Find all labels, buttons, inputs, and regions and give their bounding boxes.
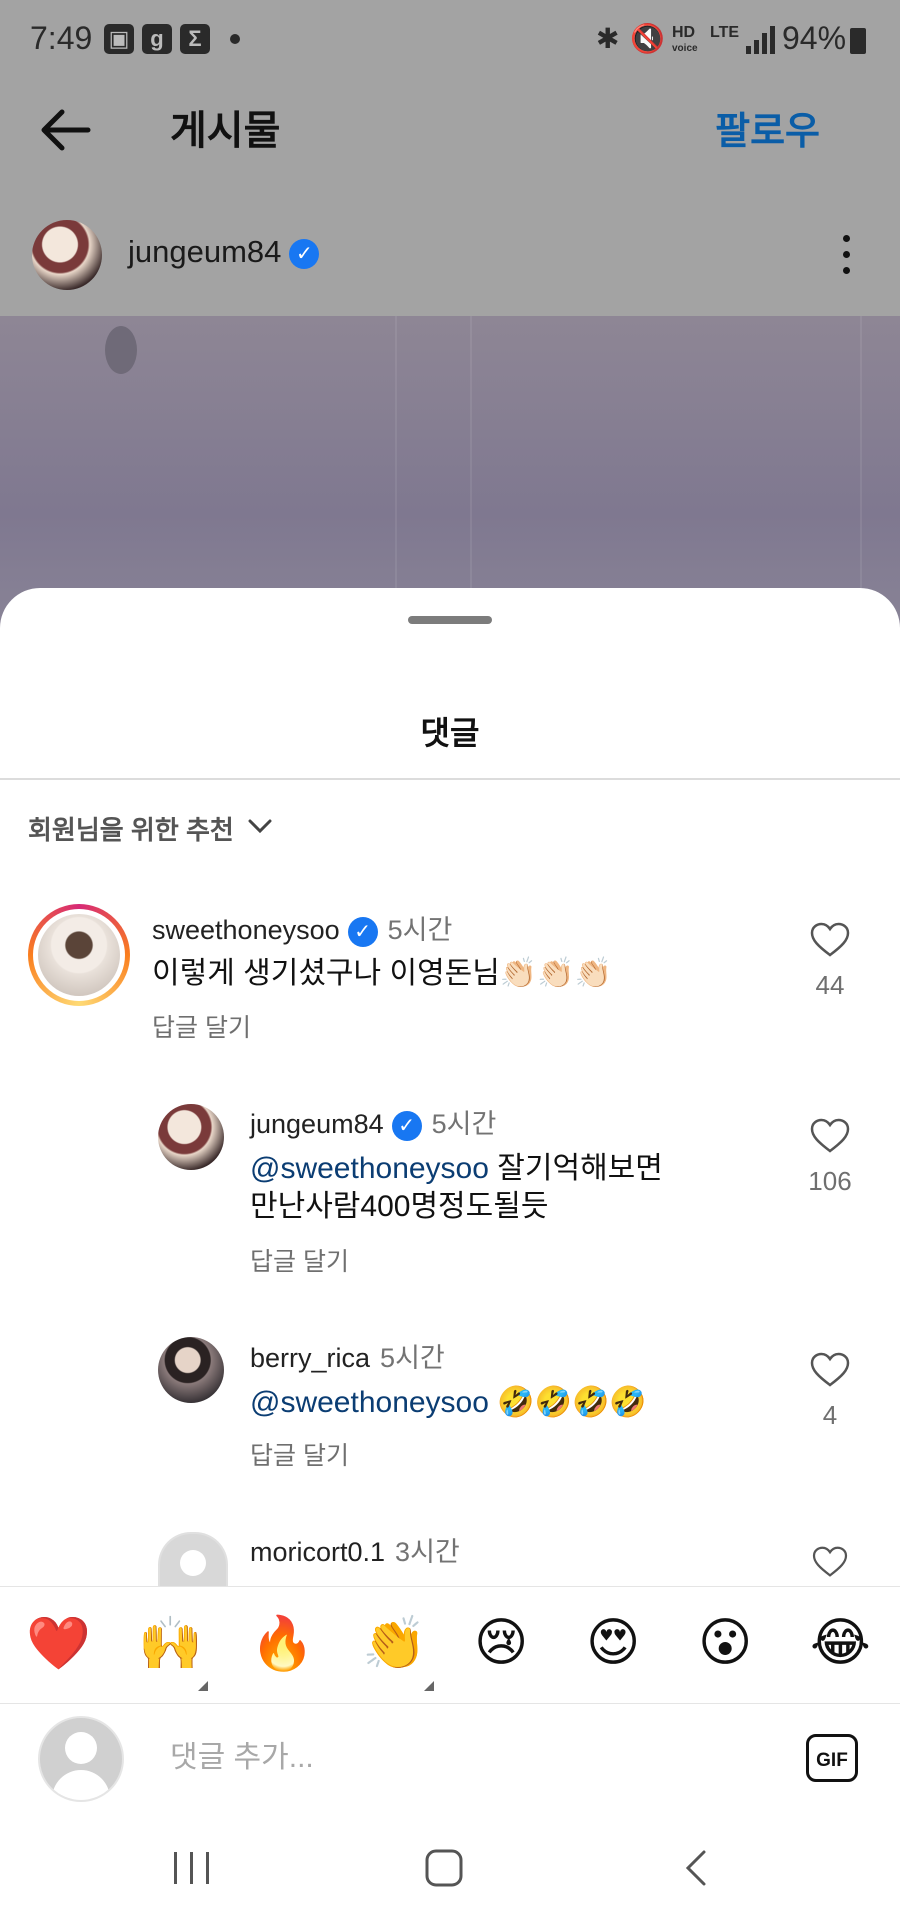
laughing-emoji-button[interactable]: 😂 xyxy=(810,1613,871,1673)
commenter-avatar[interactable] xyxy=(38,914,120,996)
comment-text: 이렇게 생기셨구나 이영돈님👏🏻👏🏻👏🏻 xyxy=(152,957,612,990)
heart-emoji-button[interactable]: ❤️ xyxy=(26,1613,91,1674)
comment-time: 3시간 xyxy=(395,1537,460,1567)
surprised-emoji-button[interactable]: 😮 xyxy=(698,1613,752,1673)
comment-username[interactable]: jungeum84 xyxy=(250,1109,384,1139)
system-navigation-bar xyxy=(0,1820,900,1930)
comment-header: moricort0.1 3시간 xyxy=(250,1530,460,1569)
skin-tone-indicator-icon xyxy=(198,1681,208,1691)
recent-apps-icon[interactable] xyxy=(170,1848,214,1888)
mention-link[interactable]: @sweethoneysoo xyxy=(250,1152,489,1185)
battery-percent: 94% xyxy=(782,20,847,56)
verified-badge-icon: ✓ xyxy=(289,238,320,269)
comment-header: sweethoneysoo ✓ 5시간 xyxy=(152,908,452,947)
comment-input[interactable] xyxy=(168,1734,732,1782)
mute-icon: 🔇 xyxy=(630,23,665,54)
heart-icon[interactable] xyxy=(810,1118,850,1154)
mention-link[interactable]: @sweethoneysoo xyxy=(250,1386,489,1419)
divider xyxy=(0,778,900,780)
comment-username[interactable]: sweethoneysoo xyxy=(152,915,340,945)
chevron-down-icon[interactable] xyxy=(246,812,274,840)
dot-icon xyxy=(230,34,240,44)
follow-button[interactable]: 팔로우 xyxy=(715,100,820,155)
heart-icon[interactable] xyxy=(810,1352,850,1388)
hd-voice-icon: HD voice xyxy=(672,24,698,55)
reply-button[interactable]: 답글 달기 xyxy=(250,1242,349,1278)
emoji-reaction-bar: ❤️ 🙌 🔥 👏 😢 😍 😮 😂 xyxy=(0,1586,900,1704)
sheet-drag-handle[interactable] xyxy=(408,616,492,624)
post-author-avatar[interactable] xyxy=(32,220,102,290)
like-count: 106 xyxy=(808,1166,852,1196)
like-count: 4 xyxy=(822,1400,838,1430)
comment-input-row: GIF xyxy=(0,1704,900,1814)
comment-text-line: 잘기억해보면 xyxy=(488,1152,663,1185)
comment-text: @sweethoneysoo 잘기억해보면 만난사람400명정도될듯 xyxy=(250,1150,663,1226)
clapping-emoji-button[interactable]: 👏 xyxy=(362,1613,427,1674)
back-arrow-icon[interactable] xyxy=(36,100,96,160)
my-avatar xyxy=(38,1716,124,1802)
heart-eyes-emoji-button[interactable]: 😍 xyxy=(586,1613,640,1673)
commenter-avatar[interactable] xyxy=(158,1337,224,1403)
more-options-icon[interactable] xyxy=(840,232,852,282)
comment-text-line: 만난사람400명정도될듯 xyxy=(250,1190,549,1223)
comment-username[interactable]: moricort0.1 xyxy=(250,1537,385,1567)
comment-text-line: 🤣🤣🤣🤣 xyxy=(488,1386,647,1419)
fire-emoji-button[interactable]: 🔥 xyxy=(250,1613,315,1674)
comment-header: berry_rica 5시간 xyxy=(250,1336,445,1375)
status-time: 7:49 xyxy=(30,20,93,56)
comment-text: @sweethoneysoo 🤣🤣🤣🤣 xyxy=(250,1384,647,1422)
heart-icon[interactable] xyxy=(810,922,850,958)
post-author-row[interactable]: jungeum84 ✓ xyxy=(128,234,320,270)
page-title: 게시물 xyxy=(170,109,281,153)
comment-username[interactable]: berry_rica xyxy=(250,1343,370,1373)
comment-header: jungeum84 ✓ 5시간 xyxy=(250,1102,496,1141)
battery-icon xyxy=(850,28,866,54)
verified-badge-icon: ✓ xyxy=(347,916,378,947)
g-icon: g xyxy=(142,24,172,54)
status-bar: 7:49 ▣ g Σ ✱ 🔇 HD voice LTE 94% xyxy=(0,0,900,80)
comment-time: 5시간 xyxy=(387,915,453,945)
commenter-avatar[interactable] xyxy=(158,1104,224,1170)
home-icon[interactable] xyxy=(424,1848,464,1888)
signal-icon xyxy=(746,24,776,54)
skin-tone-indicator-icon xyxy=(424,1681,434,1691)
crying-emoji-button[interactable]: 😢 xyxy=(474,1613,528,1673)
back-nav-icon[interactable] xyxy=(682,1848,712,1888)
lte-icon: LTE xyxy=(710,24,740,41)
reply-button[interactable]: 답글 달기 xyxy=(152,1008,251,1044)
comment-filter-label[interactable]: 회원님을 위한 추천 xyxy=(28,810,234,847)
reply-button[interactable]: 답글 달기 xyxy=(250,1436,349,1472)
post-author-username[interactable]: jungeum84 xyxy=(128,234,281,269)
comment-time: 5시간 xyxy=(431,1109,497,1139)
gif-button[interactable]: GIF xyxy=(806,1734,858,1782)
heart-icon[interactable] xyxy=(810,1546,850,1578)
verified-badge-icon: ✓ xyxy=(391,1110,422,1141)
commenter-avatar[interactable] xyxy=(158,1532,228,1588)
raising-hands-emoji-button[interactable]: 🙌 xyxy=(138,1613,203,1674)
image-icon: ▣ xyxy=(104,24,134,54)
sheet-title: 댓글 xyxy=(420,715,480,751)
like-count: 44 xyxy=(815,970,845,1000)
story-ring[interactable] xyxy=(28,904,130,1006)
bluetooth-icon: ✱ xyxy=(596,23,620,54)
comment-time: 5시간 xyxy=(380,1343,445,1373)
sigma-icon: Σ xyxy=(180,24,210,54)
